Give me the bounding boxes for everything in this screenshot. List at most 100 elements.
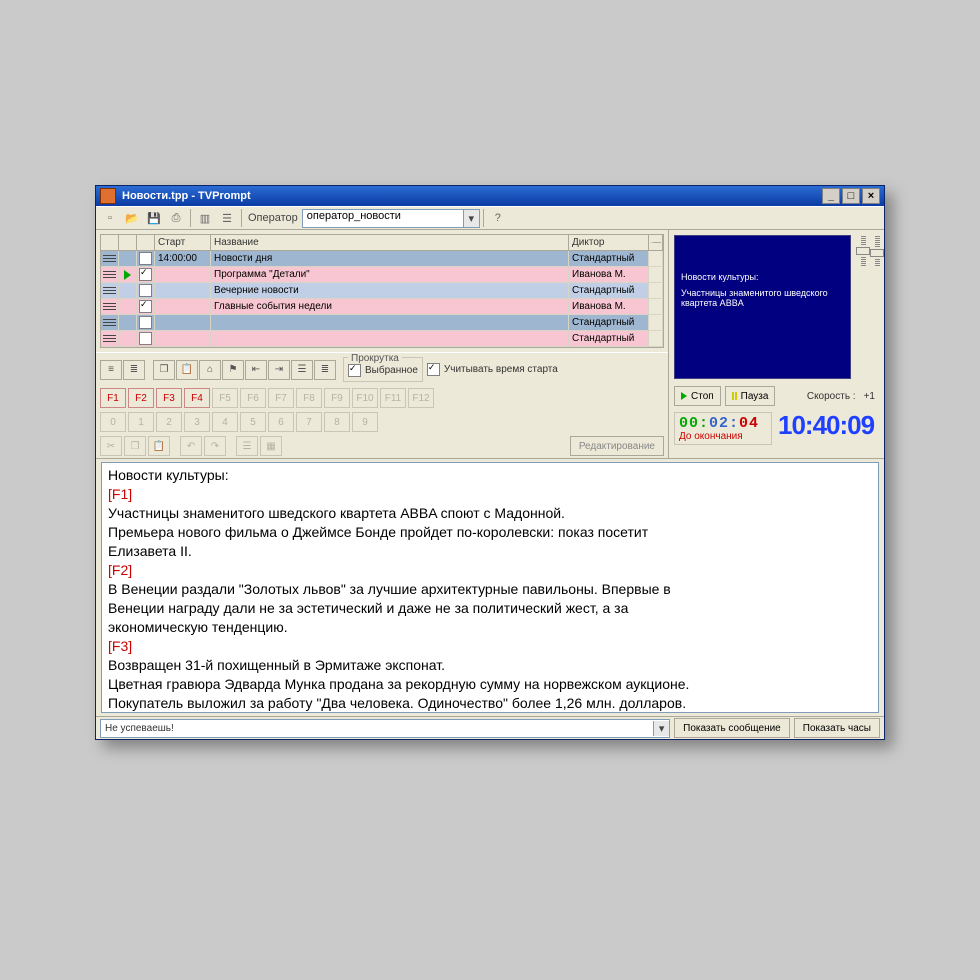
table-row[interactable]: Программа "Детали"Иванова М. — [101, 267, 663, 283]
number-row: 0123456789 — [96, 410, 668, 434]
paste-icon[interactable]: 📋 — [176, 360, 198, 380]
justify-icon[interactable]: ≣ — [314, 360, 336, 380]
operator-select[interactable]: оператор_новости — [302, 209, 464, 228]
cut-icon[interactable]: ✂ — [100, 436, 122, 456]
selected-checkbox[interactable] — [348, 364, 361, 377]
row-checkbox[interactable] — [139, 300, 152, 313]
row-checkbox[interactable] — [139, 252, 152, 265]
numkey-2[interactable]: 2 — [156, 412, 182, 432]
fkey-f8[interactable]: F8 — [296, 388, 322, 408]
new-icon[interactable]: ▫ — [100, 208, 120, 228]
window-title: Новости.tpp - TVPrompt — [120, 190, 821, 202]
minimize-button[interactable]: _ — [822, 188, 840, 204]
fkey-f4[interactable]: F4 — [184, 388, 210, 408]
tile-icon[interactable]: ▥ — [195, 208, 215, 228]
chevron-down-icon[interactable]: ▾ — [653, 721, 669, 736]
copy2-icon[interactable]: ❐ — [124, 436, 146, 456]
playlist-grid: Старт Название Диктор 14:00:00Новости дн… — [100, 234, 664, 348]
save-icon[interactable]: 💾 — [144, 208, 164, 228]
fkey-row: F1F2F3F4F5F6F7F8F9F10F11F12 — [96, 386, 668, 410]
fkey-f3[interactable]: F3 — [156, 388, 182, 408]
col-start[interactable]: Старт — [155, 235, 211, 251]
paste2-icon[interactable]: 📋 — [148, 436, 170, 456]
redo-icon[interactable]: ↷ — [204, 436, 226, 456]
outdent-icon[interactable]: ⇥ — [268, 360, 290, 380]
fkey-f7[interactable]: F7 — [268, 388, 294, 408]
speed-slider-2[interactable] — [870, 230, 884, 384]
table-row[interactable]: Вечерние новостиСтандартный — [101, 283, 663, 299]
bottom-tool-row: ✂ ❐ 📋 ↶ ↷ ☰ ▦ Редактирование — [96, 434, 668, 458]
col-name[interactable]: Название — [211, 235, 569, 251]
operator-label: Оператор — [248, 212, 298, 224]
clocks: 00:02:04 До окончания 10:40:09 — [669, 408, 884, 449]
table-row[interactable]: Главные события неделиИванова М. — [101, 299, 663, 315]
close-button[interactable]: × — [862, 188, 880, 204]
remaining-clock: 00:02:04 До окончания — [674, 412, 772, 445]
show-message-button[interactable]: Показать сообщение — [674, 718, 790, 738]
operator-select-arrow[interactable]: ▾ — [464, 209, 480, 228]
grid-icon[interactable]: ▦ — [260, 436, 282, 456]
row-checkbox[interactable] — [139, 332, 152, 345]
speed-slider-1[interactable] — [856, 230, 870, 384]
table-row[interactable]: 14:00:00Новости дняСтандартный — [101, 251, 663, 267]
show-clock-button[interactable]: Показать часы — [794, 718, 880, 738]
copy-icon[interactable]: ❐ — [153, 360, 175, 380]
fkey-f2[interactable]: F2 — [128, 388, 154, 408]
numkey-7[interactable]: 7 — [296, 412, 322, 432]
numkey-6[interactable]: 6 — [268, 412, 294, 432]
numkey-1[interactable]: 1 — [128, 412, 154, 432]
fkey-f6[interactable]: F6 — [240, 388, 266, 408]
fkey-f1[interactable]: F1 — [100, 388, 126, 408]
marker-icon[interactable]: ⚑ — [222, 360, 244, 380]
fkey-f10[interactable]: F10 — [352, 388, 378, 408]
message-combo[interactable]: Не успеваешь! ▾ — [100, 719, 670, 738]
status-bar: Не успеваешь! ▾ Показать сообщение Показ… — [96, 716, 884, 739]
edit-mode-button[interactable]: Редактирование — [570, 436, 664, 456]
pause-button[interactable]: Пауза — [725, 386, 776, 406]
edit-toolbar: ≡ ≣ ❐ 📋 ⌂ ⚑ ⇤ ⇥ ☰ ≣ Прокрутка Выбранное … — [96, 352, 668, 386]
rows-icon[interactable]: ☰ — [236, 436, 258, 456]
numkey-8[interactable]: 8 — [324, 412, 350, 432]
print-icon[interactable]: ⎙ — [166, 208, 186, 228]
maximize-button[interactable]: □ — [842, 188, 860, 204]
undo-icon[interactable]: ↶ — [180, 436, 202, 456]
row-checkbox[interactable] — [139, 316, 152, 329]
numkey-3[interactable]: 3 — [184, 412, 210, 432]
speed-label: Скорость : — [807, 391, 856, 402]
table-row[interactable]: Стандартный — [101, 331, 663, 347]
row-checkbox[interactable] — [139, 268, 152, 281]
current-time-clock: 10:40:09 — [778, 410, 874, 445]
stop-button[interactable]: Стоп — [674, 386, 721, 406]
numkey-0[interactable]: 0 — [100, 412, 126, 432]
scroll-up[interactable] — [649, 235, 663, 251]
left-pane: Старт Название Диктор 14:00:00Новости дн… — [96, 230, 668, 458]
script-editor[interactable]: Новости культуры: [F1] Участницы знамени… — [101, 462, 879, 713]
fkey-f9[interactable]: F9 — [324, 388, 350, 408]
fkey-f12[interactable]: F12 — [408, 388, 434, 408]
numkey-9[interactable]: 9 — [352, 412, 378, 432]
fkey-f5[interactable]: F5 — [212, 388, 238, 408]
use-start-checkbox[interactable] — [427, 363, 440, 376]
align-left-icon[interactable]: ≡ — [100, 360, 122, 380]
row-checkbox[interactable] — [139, 284, 152, 297]
speed-value: +1 — [864, 391, 875, 402]
app-window: Новости.tpp - TVPrompt _ □ × ▫ 📂 💾 ⎙ ▥ ☰… — [95, 185, 885, 740]
preview-monitor: Новости культуры: Участницы знаменитого … — [674, 235, 851, 379]
list-icon[interactable]: ☰ — [291, 360, 313, 380]
playing-icon — [124, 270, 131, 280]
numkey-5[interactable]: 5 — [240, 412, 266, 432]
align-center-icon[interactable]: ≣ — [123, 360, 145, 380]
numkey-4[interactable]: 4 — [212, 412, 238, 432]
indent-icon[interactable]: ⇤ — [245, 360, 267, 380]
list-icon[interactable]: ☰ — [217, 208, 237, 228]
grid-header: Старт Название Диктор — [101, 235, 663, 251]
preview-controls: Стоп Пауза Скорость : +1 — [669, 384, 884, 408]
col-speaker[interactable]: Диктор — [569, 235, 649, 251]
open-icon[interactable]: 📂 — [122, 208, 142, 228]
scroll-fieldset: Прокрутка Выбранное — [343, 357, 423, 382]
help-icon[interactable]: ? — [488, 208, 508, 228]
home-icon[interactable]: ⌂ — [199, 360, 221, 380]
fkey-f11[interactable]: F11 — [380, 388, 406, 408]
table-row[interactable]: Стандартный — [101, 315, 663, 331]
right-pane: Новости культуры: Участницы знаменитого … — [668, 230, 884, 458]
